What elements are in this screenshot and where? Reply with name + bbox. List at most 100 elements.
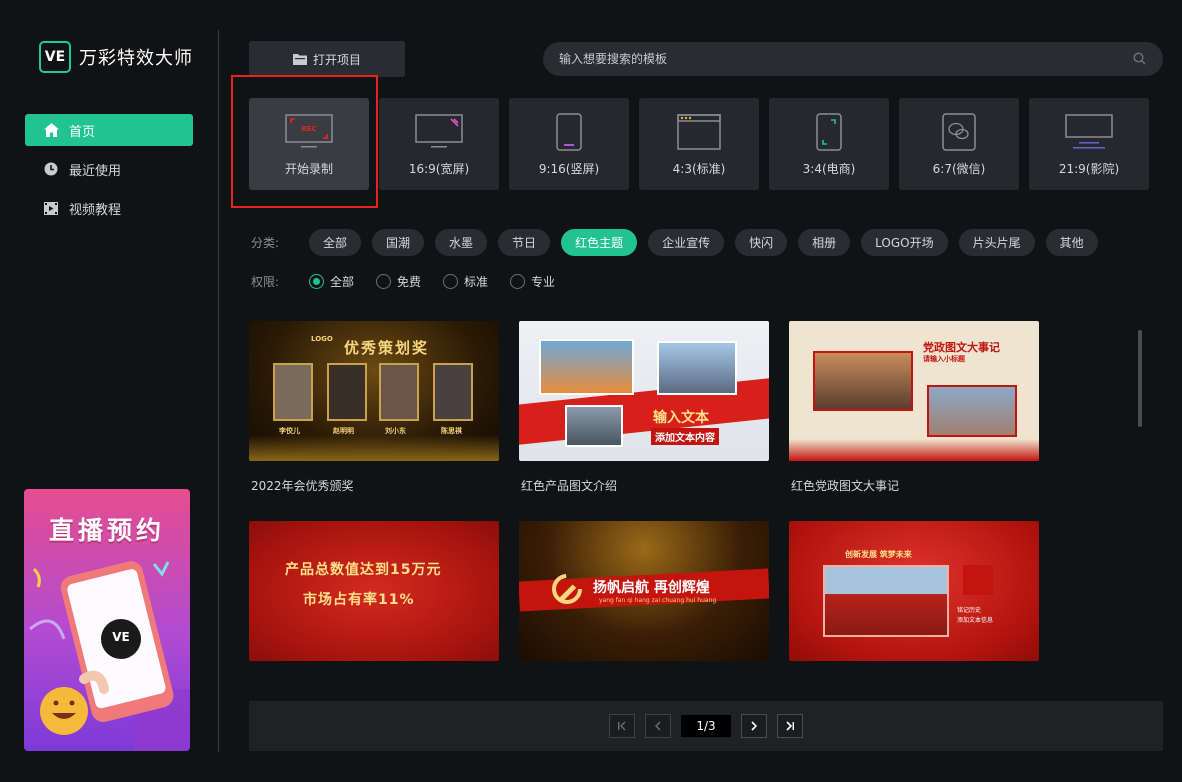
radio-label: 专业 — [531, 275, 556, 289]
start-recording-card[interactable]: REC 开始录制 — [249, 98, 369, 190]
category-chip[interactable]: 全部 — [309, 229, 362, 256]
thumb-subtitle-2: 添加文本信息 — [957, 617, 994, 624]
template-caption: 红色党政图文大事记 — [791, 479, 900, 493]
template-thumbnail: 扬帆启航 再创辉煌 yang fan qi hang zai chuang hu… — [519, 521, 769, 661]
ratio-label: 3:4(电商) — [802, 162, 856, 176]
thumb-line-2: 市场占有率11% — [303, 592, 415, 608]
template-card[interactable]: 产品总数值达到15万元 市场占有率11% — [249, 521, 499, 677]
category-chip[interactable]: 水墨 — [435, 229, 488, 256]
template-thumbnail: 党政图文大事记 请输入小标题 — [789, 321, 1039, 461]
open-project-label: 打开项目 — [312, 52, 361, 67]
ratio-4-3-card[interactable]: 4:3(标准) — [639, 98, 759, 190]
ratio-label: 16:9(宽屏) — [408, 162, 470, 176]
city-photo — [565, 405, 623, 447]
radio-label: 标准 — [464, 275, 489, 289]
standard-icon — [677, 112, 721, 152]
category-chip[interactable]: 其他 — [1045, 229, 1098, 256]
category-chip[interactable]: 国潮 — [372, 229, 425, 256]
road-photo — [813, 351, 913, 411]
permission-radio-all[interactable]: 全部 — [309, 273, 354, 290]
radio-label: 全部 — [330, 275, 355, 289]
rec-label: REC — [301, 125, 316, 133]
ratio-label: 4:3(标准) — [672, 162, 726, 176]
template-thumbnail: 输入文本 添加文本内容 — [519, 321, 769, 461]
category-chip[interactable]: 企业宣传 — [648, 229, 725, 256]
thumb-subtitle: 添加文本内容 — [651, 428, 719, 445]
app-title: 万彩特效大师 — [79, 48, 193, 69]
template-card[interactable]: 输入文本 添加文本内容 红色产品图文介绍 — [519, 321, 769, 494]
category-chip[interactable]: 节日 — [498, 229, 551, 256]
page-indicator[interactable]: 1/3 — [681, 715, 731, 737]
search-icon[interactable] — [1133, 52, 1147, 66]
ratio-label: 6:7(微信) — [932, 162, 986, 176]
pagination: 1/3 — [249, 701, 1163, 751]
sidebar-item-label: 首页 — [69, 124, 96, 140]
category-label: 分类: — [251, 236, 280, 250]
thumb-subtitle: yang fan qi hang zai chuang hui huang — [599, 597, 717, 604]
category-chip[interactable]: 快闪 — [735, 229, 788, 256]
video-icon — [43, 200, 59, 216]
portrait-photo — [433, 363, 473, 421]
thumb-line-1: 产品总数值达到15万元 — [285, 562, 442, 578]
sidebar-item-tutorial[interactable]: 视频教程 — [25, 192, 193, 224]
permission-radio-free[interactable]: 免费 — [376, 273, 421, 290]
promo-phone-mark: VE — [112, 630, 130, 644]
template-thumbnail: 创新发展 筑梦未来 铭记历史 添加文本信息 — [789, 521, 1039, 661]
category-chip[interactable]: LOGO开场 — [861, 229, 948, 256]
search-bar — [543, 42, 1163, 76]
permission-radio-pro[interactable]: 专业 — [510, 273, 555, 290]
category-chip[interactable]: 相册 — [798, 229, 851, 256]
portrait-photo — [273, 363, 313, 421]
open-project-button[interactable]: 打开项目 — [249, 41, 405, 77]
template-card[interactable]: LOGO 优秀策划奖 李佼儿 赵明明 刘小东 陈思祺 2022年会优秀颁奖 — [249, 321, 499, 494]
promo-banner[interactable]: 直播预约 VE — [24, 489, 190, 751]
portrait-icon — [554, 112, 584, 152]
category-chip[interactable]: 片头片尾 — [958, 229, 1035, 256]
ratio-9-16-card[interactable]: 9:16(竖屏) — [509, 98, 629, 190]
template-card[interactable]: 创新发展 筑梦未来 铭记历史 添加文本信息 — [789, 521, 1039, 677]
radio-label: 免费 — [397, 275, 422, 289]
mountain-photo — [927, 385, 1017, 437]
ratio-label: 开始录制 — [284, 162, 333, 176]
first-page-button[interactable] — [609, 714, 635, 738]
search-input[interactable] — [559, 52, 1133, 66]
template-thumbnail: 产品总数值达到15万元 市场占有率11% — [249, 521, 499, 661]
ratio-21-9-card[interactable]: 21:9(影院) — [1029, 98, 1149, 190]
sidebar-item-recent[interactable]: 最近使用 — [25, 153, 193, 185]
ecommerce-icon — [814, 112, 844, 152]
sidebar-item-label: 最近使用 — [69, 163, 122, 179]
permission-radio-standard[interactable]: 标准 — [443, 273, 488, 290]
thumb-title: 创新发展 筑梦未来 — [845, 550, 912, 559]
sidebar-item-home[interactable]: 首页 — [25, 114, 193, 146]
thumb-title: 党政图文大事记 — [923, 341, 1000, 354]
category-chip-active[interactable]: 红色主题 — [561, 229, 638, 256]
template-card[interactable]: 扬帆启航 再创辉煌 yang fan qi hang zai chuang hu… — [519, 521, 769, 677]
ratio-label: 21:9(影院) — [1058, 162, 1120, 176]
ratio-row: REC 开始录制 16:9(宽屏) 9:16(竖屏) 4:3(标准) 3:4(电… — [249, 98, 1149, 190]
logo-mark: VE — [39, 41, 71, 73]
prev-page-button[interactable] — [645, 714, 671, 738]
portrait-photo — [327, 363, 367, 421]
thumb-title: 扬帆启航 再创辉煌 — [593, 580, 710, 596]
thumb-subtitle: 请输入小标题 — [923, 355, 965, 363]
radio-dot — [376, 274, 392, 289]
ratio-3-4-card[interactable]: 3:4(电商) — [769, 98, 889, 190]
chevron-left-icon — [655, 721, 661, 731]
radio-dot — [510, 274, 526, 289]
thumb-title: 优秀策划奖 — [344, 339, 430, 357]
ratio-16-9-card[interactable]: 16:9(宽屏) — [379, 98, 499, 190]
tiananmen-photo — [823, 565, 949, 637]
permission-label: 权限: — [251, 275, 280, 289]
sidebar-item-label: 视频教程 — [69, 202, 122, 218]
promo-illustration — [29, 561, 190, 751]
grid-scrollbar[interactable] — [1138, 330, 1142, 427]
city-photo — [539, 339, 634, 395]
template-card[interactable]: 党政图文大事记 请输入小标题 红色党政图文大事记 — [789, 321, 1039, 494]
sidebar-nav: 首页 最近使用 视频教程 — [25, 114, 193, 231]
clock-icon — [43, 161, 59, 177]
next-page-button[interactable] — [741, 714, 767, 738]
last-page-icon — [786, 721, 794, 731]
ratio-6-7-card[interactable]: 6:7(微信) — [899, 98, 1019, 190]
template-thumbnail: LOGO 优秀策划奖 李佼儿 赵明明 刘小东 陈思祺 — [249, 321, 499, 461]
last-page-button[interactable] — [777, 714, 803, 738]
